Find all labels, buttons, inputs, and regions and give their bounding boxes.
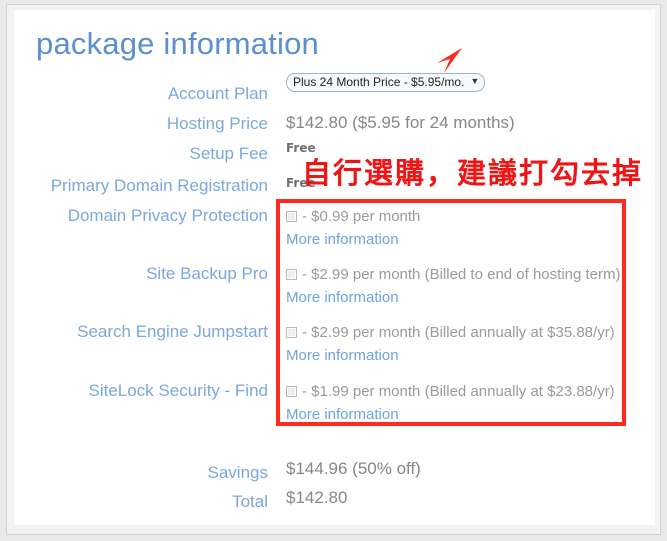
- label-total: Total: [232, 492, 268, 511]
- more-information-link-site-backup-pro[interactable]: More information: [286, 289, 399, 306]
- addon-price-search-engine-jumpstart: - $2.99 per month (Billed annually at $3…: [302, 324, 615, 341]
- page-title: package information: [36, 26, 319, 61]
- addon-price-site-backup-pro: - $2.99 per month (Billed to end of host…: [302, 266, 621, 283]
- annotation-note-cjk: 自行選購，建議打勾去掉: [302, 156, 644, 190]
- label-savings: Savings: [207, 463, 268, 482]
- label-hosting-price: Hosting Price: [166, 114, 268, 133]
- label-primary-domain-registration: Primary Domain Registration: [50, 176, 268, 195]
- addon-row-search-engine-jumpstart[interactable]: - $2.99 per month (Billed annually at $3…: [286, 324, 615, 341]
- package-information-card: package information Account Plan Plus 24…: [14, 10, 655, 525]
- checkbox-domain-privacy-protection[interactable]: [286, 211, 297, 222]
- value-savings: $144.96 (50% off): [286, 459, 421, 478]
- value-hosting-price: $142.80 ($5.95 for 24 months): [286, 113, 515, 132]
- label-account-plan: Account Plan: [167, 84, 268, 103]
- addon-price-domain-privacy-protection: - $0.99 per month: [302, 208, 421, 225]
- addon-row-site-backup-pro[interactable]: - $2.99 per month (Billed to end of host…: [286, 266, 621, 283]
- checkbox-sitelock-security[interactable]: [286, 386, 297, 397]
- checkbox-site-backup-pro[interactable]: [286, 269, 297, 280]
- screenshot-root: package information Account Plan Plus 24…: [0, 0, 667, 541]
- more-information-link-domain-privacy-protection[interactable]: More information: [286, 231, 399, 248]
- chevron-down-icon: ▼: [470, 76, 480, 86]
- more-information-link-search-engine-jumpstart[interactable]: More information: [286, 347, 399, 364]
- checkbox-search-engine-jumpstart[interactable]: [286, 327, 297, 338]
- addon-row-sitelock-security[interactable]: - $1.99 per month (Billed annually at $2…: [286, 383, 615, 400]
- addon-price-sitelock-security: - $1.99 per month (Billed annually at $2…: [302, 383, 615, 400]
- more-information-link-sitelock-security[interactable]: More information: [286, 406, 399, 423]
- label-setup-fee: Setup Fee: [189, 144, 268, 163]
- label-sitelock-security: SiteLock Security - Find: [88, 381, 268, 400]
- value-total: $142.80: [286, 488, 348, 507]
- red-arrow-icon: [428, 46, 468, 76]
- label-site-backup-pro: Site Backup Pro: [146, 264, 268, 283]
- addon-row-domain-privacy-protection[interactable]: - $0.99 per month: [286, 208, 420, 225]
- label-search-engine-jumpstart: Search Engine Jumpstart: [77, 322, 268, 341]
- label-domain-privacy-protection: Domain Privacy Protection: [67, 206, 268, 225]
